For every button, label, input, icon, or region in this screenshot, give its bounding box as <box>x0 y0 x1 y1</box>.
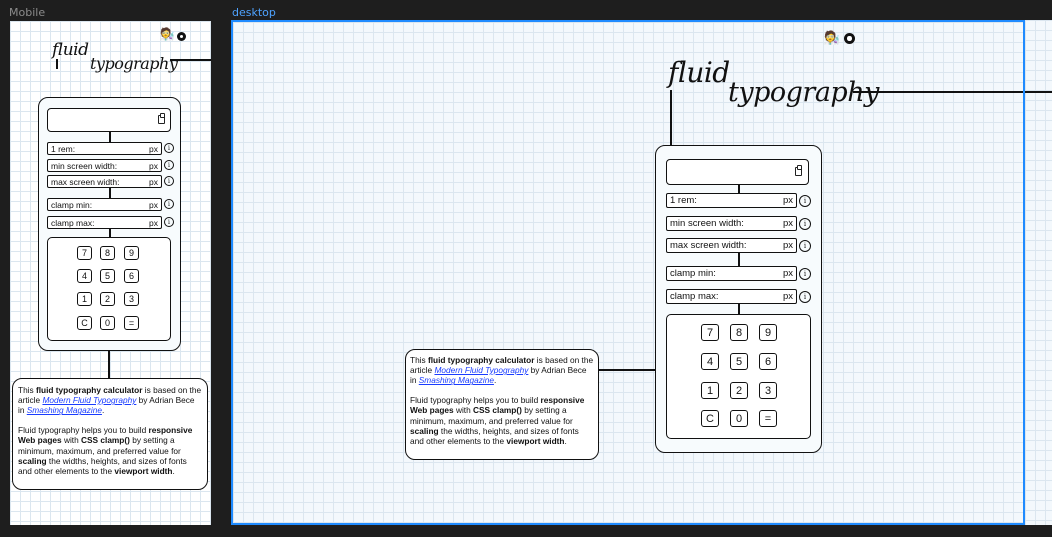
field-rem[interactable]: 1 rem: px <box>666 193 797 208</box>
article-link[interactable]: Modern Fluid Typography <box>434 365 528 375</box>
field-min-screen[interactable]: min screen width: px <box>666 216 797 231</box>
key-1[interactable]: 1 <box>77 292 92 306</box>
logo-fluid: fluid <box>668 56 730 89</box>
key-2[interactable]: 2 <box>730 382 748 399</box>
result-display[interactable] <box>666 159 809 185</box>
field-clamp-min[interactable]: clamp min: px <box>47 198 162 211</box>
field-max-screen[interactable]: max screen width: px <box>666 238 797 253</box>
key-5[interactable]: 5 <box>100 269 115 283</box>
info-icon[interactable]: i <box>164 160 174 170</box>
key-equals[interactable]: = <box>124 316 139 330</box>
description-card: This fluid typography calculator is base… <box>405 349 599 460</box>
key-4[interactable]: 4 <box>701 353 719 370</box>
field-clamp-max[interactable]: clamp max: px <box>47 216 162 229</box>
info-icon[interactable]: i <box>799 291 811 303</box>
desktop-frame-label[interactable]: desktop <box>232 6 276 19</box>
clipboard-icon[interactable] <box>795 165 802 176</box>
key-8[interactable]: 8 <box>730 324 748 341</box>
key-9[interactable]: 9 <box>124 246 139 260</box>
description-card: This fluid typography calculator is base… <box>12 378 208 490</box>
mobile-frame[interactable]: fluid typography 🧑‍🔬 1 rem: px i min scre… <box>10 21 211 525</box>
magazine-link[interactable]: Smashing Magazine <box>27 405 102 415</box>
keypad: 7 8 9 4 5 6 1 2 3 C 0 = <box>47 237 171 341</box>
key-3[interactable]: 3 <box>124 292 139 306</box>
key-1[interactable]: 1 <box>701 382 719 399</box>
info-icon[interactable]: i <box>164 199 174 209</box>
info-icon[interactable]: i <box>164 217 174 227</box>
key-7[interactable]: 7 <box>701 324 719 341</box>
calculator-card: 1 rem: px i min screen width: px i max scr… <box>38 97 181 351</box>
key-7[interactable]: 7 <box>77 246 92 260</box>
logo-fluid: fluid <box>52 40 89 60</box>
logo-typography: typography <box>728 77 879 108</box>
field-min-screen[interactable]: min screen width: px <box>47 159 162 172</box>
info-icon[interactable]: i <box>799 240 811 252</box>
key-6[interactable]: 6 <box>759 353 777 370</box>
logo-typography: typography <box>90 54 178 73</box>
desktop-frame[interactable]: 🧑‍🔬 fluid typography 1 rem: px i min scre… <box>231 20 1025 525</box>
info-icon[interactable]: i <box>799 218 811 230</box>
key-8[interactable]: 8 <box>100 246 115 260</box>
key-equals[interactable]: = <box>759 410 777 427</box>
key-4[interactable]: 4 <box>77 269 92 283</box>
avatar-icon[interactable]: 🧑‍🔬 <box>160 27 175 41</box>
field-clamp-max[interactable]: clamp max: px <box>666 289 797 304</box>
info-icon[interactable]: i <box>164 143 174 153</box>
field-max-screen[interactable]: max screen width: px <box>47 175 162 188</box>
github-icon[interactable] <box>844 33 855 44</box>
field-clamp-min[interactable]: clamp min: px <box>666 266 797 281</box>
key-9[interactable]: 9 <box>759 324 777 341</box>
article-link[interactable]: Modern Fluid Typography <box>42 395 136 405</box>
key-clear[interactable]: C <box>701 410 719 427</box>
keypad: 7 8 9 4 5 6 1 2 3 C 0 = <box>666 314 811 439</box>
key-6[interactable]: 6 <box>124 269 139 283</box>
info-icon[interactable]: i <box>164 176 174 186</box>
github-icon[interactable] <box>177 32 186 41</box>
avatar-icon[interactable]: 🧑‍🔬 <box>824 30 840 46</box>
key-0[interactable]: 0 <box>100 316 115 330</box>
magazine-link[interactable]: Smashing Magazine <box>419 375 494 385</box>
mobile-frame-label[interactable]: Mobile <box>9 6 45 19</box>
key-0[interactable]: 0 <box>730 410 748 427</box>
key-2[interactable]: 2 <box>100 292 115 306</box>
desktop-overflow-area <box>1025 20 1052 525</box>
key-clear[interactable]: C <box>77 316 92 330</box>
key-3[interactable]: 3 <box>759 382 777 399</box>
clipboard-icon[interactable] <box>158 113 165 124</box>
field-rem[interactable]: 1 rem: px <box>47 142 162 155</box>
info-icon[interactable]: i <box>799 195 811 207</box>
calculator-card: 1 rem: px i min screen width: px i max scr… <box>655 145 822 453</box>
info-icon[interactable]: i <box>799 268 811 280</box>
key-5[interactable]: 5 <box>730 353 748 370</box>
result-display[interactable] <box>47 108 171 132</box>
